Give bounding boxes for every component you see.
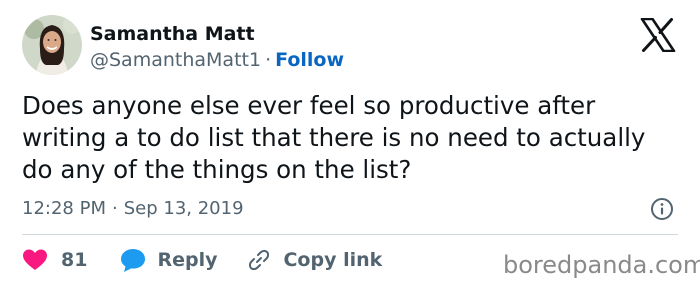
info-icon[interactable] [650,197,674,221]
avatar-image [22,15,82,75]
follow-button[interactable]: Follow [275,49,344,71]
reply-label: Reply [157,249,218,271]
watermark: boredpanda.com [503,251,700,279]
x-logo-icon[interactable] [640,17,676,53]
timestamp-separator: · [111,198,118,219]
like-count: 81 [61,249,88,271]
separator-dot: · [265,49,272,71]
copy-link-button[interactable]: Copy link [247,248,382,272]
author-handle[interactable]: @SamanthaMatt1 [90,49,261,71]
link-icon [249,249,270,271]
tweet-timestamp[interactable]: 12:28 PM · Sep 13, 2019 [22,196,244,222]
action-bar: 81 Reply Copy link [22,246,382,274]
tweet-time: 12:28 PM [22,198,106,219]
like-button[interactable]: 81 [22,248,87,272]
heart-icon [23,249,47,270]
divider [22,234,678,235]
tweet-date: Sep 13, 2019 [123,198,244,219]
avatar[interactable] [22,15,82,75]
tweet-text: Does anyone else ever feel so productive… [22,91,646,184]
speech-bubble-icon [121,249,146,272]
author-handle-row: @SamanthaMatt1 · Follow [90,48,344,72]
reply-button[interactable]: Reply [119,247,217,273]
tweet-card: Samantha Matt @SamanthaMatt1 · Follow Does… [0,0,700,287]
copy-link-label: Copy link [283,249,383,271]
author-name[interactable]: Samantha Matt [90,22,255,46]
